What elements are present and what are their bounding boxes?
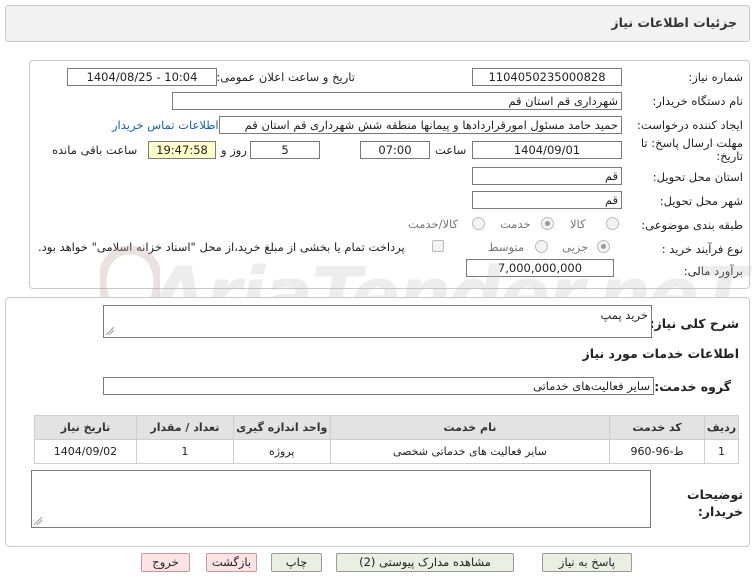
province-field: قم — [472, 167, 622, 185]
resize-grip-icon[interactable] — [34, 517, 42, 525]
cell-row-number: 1 — [704, 439, 739, 464]
category-service-label: خدمت — [500, 217, 531, 231]
city-label: شهر محل تحویل: — [659, 194, 743, 208]
treasury-payment-checkbox[interactable] — [432, 240, 444, 252]
category-goods-label: کالا — [570, 217, 586, 231]
deadline-time-label: ساعت — [435, 143, 467, 157]
reply-button[interactable]: پاسخ به نیاز — [542, 553, 632, 572]
category-service-radio[interactable] — [541, 217, 554, 230]
summary-text: خرید پمپ — [600, 308, 649, 322]
services-table: ردیف کد خدمت نام خدمت واحد اندازه گیری ت… — [34, 415, 739, 464]
col-service-code: کد خدمت — [609, 415, 706, 440]
page-header: جزئیات اطلاعات نیاز — [5, 5, 750, 42]
buyer-org-field: شهرداری قم استان قم — [172, 92, 622, 110]
summary-textarea[interactable]: خرید پمپ — [103, 305, 652, 338]
buyer-org-label: نام دستگاه خریدار: — [652, 94, 743, 108]
print-button[interactable]: چاپ — [271, 553, 322, 572]
deadline-time-field: 07:00 — [360, 141, 430, 159]
service-group-field: سایر فعالیت‌های خدماتی — [103, 377, 654, 395]
buyer-contact-link[interactable]: اطلاعات تماس خریدار — [112, 118, 219, 132]
cell-quantity: 1 — [135, 439, 234, 464]
service-group-label: گروه خدمت: — [654, 379, 731, 394]
remaining-time-field: 19:47:58 — [148, 141, 216, 159]
category-goods-service-label: کالا/خدمت — [408, 217, 459, 231]
back-button[interactable]: بازگشت — [206, 553, 257, 572]
category-goods-service-radio[interactable] — [472, 217, 485, 230]
table-row: 1 ط-96-960 سایر فعالیت های خدماتی شخصی پ… — [34, 439, 739, 464]
deadline-label: مهلت ارسال پاسخ: تا تاریخ: — [640, 136, 743, 163]
services-section-title: اطلاعات خدمات مورد نیاز — [582, 346, 740, 361]
cell-service-code: ط-96-960 — [609, 439, 706, 464]
cell-need-date: 1404/09/02 — [34, 439, 137, 464]
col-quantity: تعداد / مقدار — [135, 415, 234, 440]
category-goods-radio[interactable] — [606, 217, 619, 230]
cell-unit: پروژه — [232, 439, 331, 464]
exit-button[interactable]: خروج — [141, 553, 190, 572]
col-need-date: تاریخ نیاز — [34, 415, 137, 440]
city-field: قم — [472, 191, 622, 209]
deadline-date-field: 1404/09/01 — [472, 141, 622, 159]
days-label: روز و — [221, 143, 247, 157]
creator-field: حمید حامد مسئول امورقراردادها و پیمانها … — [219, 116, 622, 134]
need-number-field: 1104050235000828 — [472, 68, 622, 86]
col-unit: واحد اندازه گیری — [232, 415, 331, 440]
cell-service-name: سایر فعالیت های خدماتی شخصی — [329, 439, 611, 464]
creator-label: ایجاد کننده درخواست: — [637, 118, 743, 132]
category-label: طبقه بندی موضوعی: — [641, 218, 743, 232]
table-header-row: ردیف کد خدمت نام خدمت واحد اندازه گیری ت… — [34, 415, 739, 440]
announce-date-label: تاریخ و ساعت اعلان عمومی: — [216, 70, 355, 84]
announce-date-field: 1404/08/25 - 10:04 — [67, 68, 217, 86]
need-number-label: شماره نیاز: — [688, 70, 743, 84]
remaining-time-label: ساعت باقی مانده — [52, 143, 138, 157]
page-title: جزئیات اطلاعات نیاز — [611, 15, 737, 30]
col-service-name: نام خدمت — [329, 415, 611, 440]
buyer-notes-label: توضیحات خریدار: — [687, 487, 743, 519]
days-field: 5 — [250, 141, 320, 159]
buyer-notes-textarea[interactable] — [31, 470, 651, 528]
resize-grip-icon[interactable] — [106, 327, 114, 335]
province-label: استان محل تحویل: — [652, 170, 743, 184]
summary-label: شرح کلی نیاز: — [649, 316, 739, 331]
col-row-number: ردیف — [704, 415, 739, 440]
view-attachments-button[interactable]: مشاهده مدارک پیوستی (2) — [336, 553, 514, 572]
